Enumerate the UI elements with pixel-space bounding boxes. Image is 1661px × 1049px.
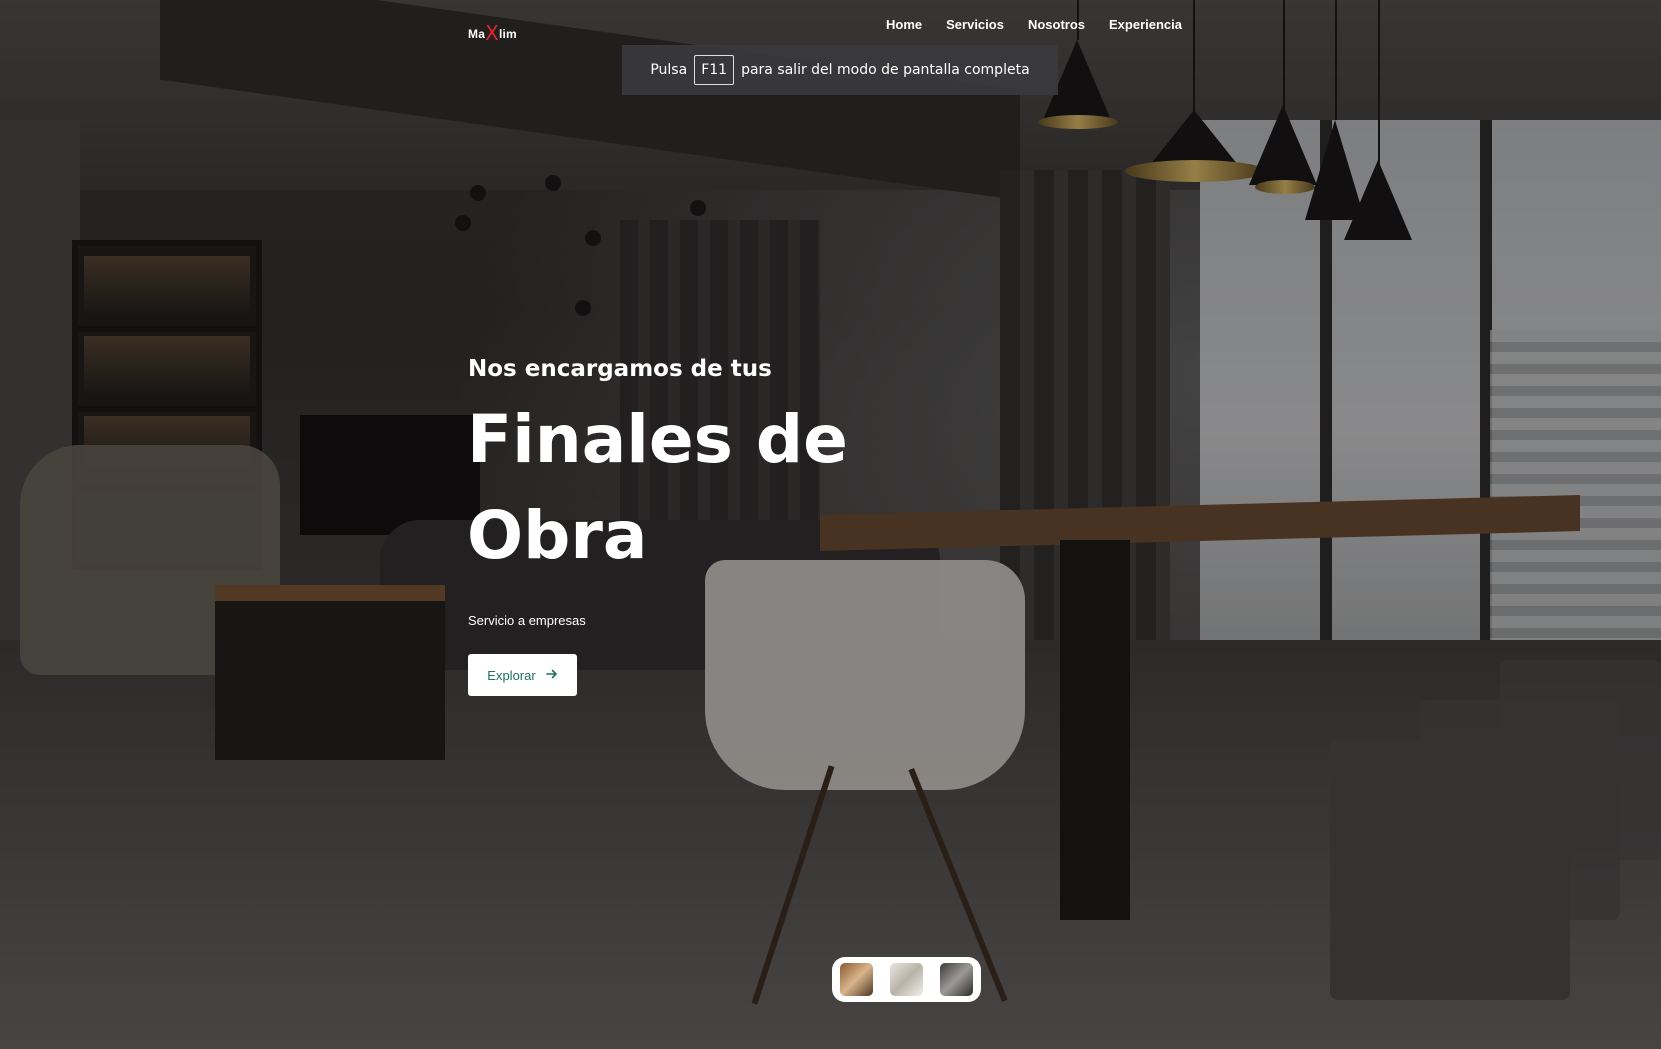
toast-text-before: Pulsa (650, 62, 688, 78)
explore-button[interactable]: Explorar (468, 654, 577, 696)
nav-link-nosotros[interactable]: Nosotros (1028, 17, 1085, 32)
logo-suffix: lim (498, 27, 517, 41)
slide-thumbnail-2[interactable] (890, 963, 923, 996)
nav-link-servicios[interactable]: Servicios (946, 17, 1004, 32)
toast-text-after: para salir del modo de pantalla completa (741, 62, 1030, 78)
main-nav: Home Servicios Nosotros Experiencia (886, 17, 1182, 32)
hero-subtitle: Nos encargamos de tus (468, 356, 772, 382)
logo-mark: X (485, 21, 499, 45)
hero-title: Finales de Obra (467, 392, 987, 584)
arrow-right-icon (545, 668, 558, 683)
f11-key-badge: F11 (694, 55, 735, 85)
logo-prefix: Ma (468, 27, 486, 41)
hero-tagline: Servicio a empresas (468, 613, 586, 628)
hero-title-line-2: Obra (467, 497, 648, 574)
explore-button-label: Explorar (487, 667, 536, 683)
nav-link-home[interactable]: Home (886, 17, 922, 32)
fullscreen-toast: Pulsa F11 para salir del modo de pantall… (622, 45, 1058, 95)
slide-thumbnail-1[interactable] (840, 963, 873, 996)
slide-thumbnail-3[interactable] (940, 963, 973, 996)
brand-logo[interactable]: MaXlim (468, 19, 517, 45)
slide-thumbnails (832, 957, 981, 1002)
hero-title-line-1: Finales de (467, 401, 848, 478)
nav-link-experiencia[interactable]: Experiencia (1109, 17, 1182, 32)
